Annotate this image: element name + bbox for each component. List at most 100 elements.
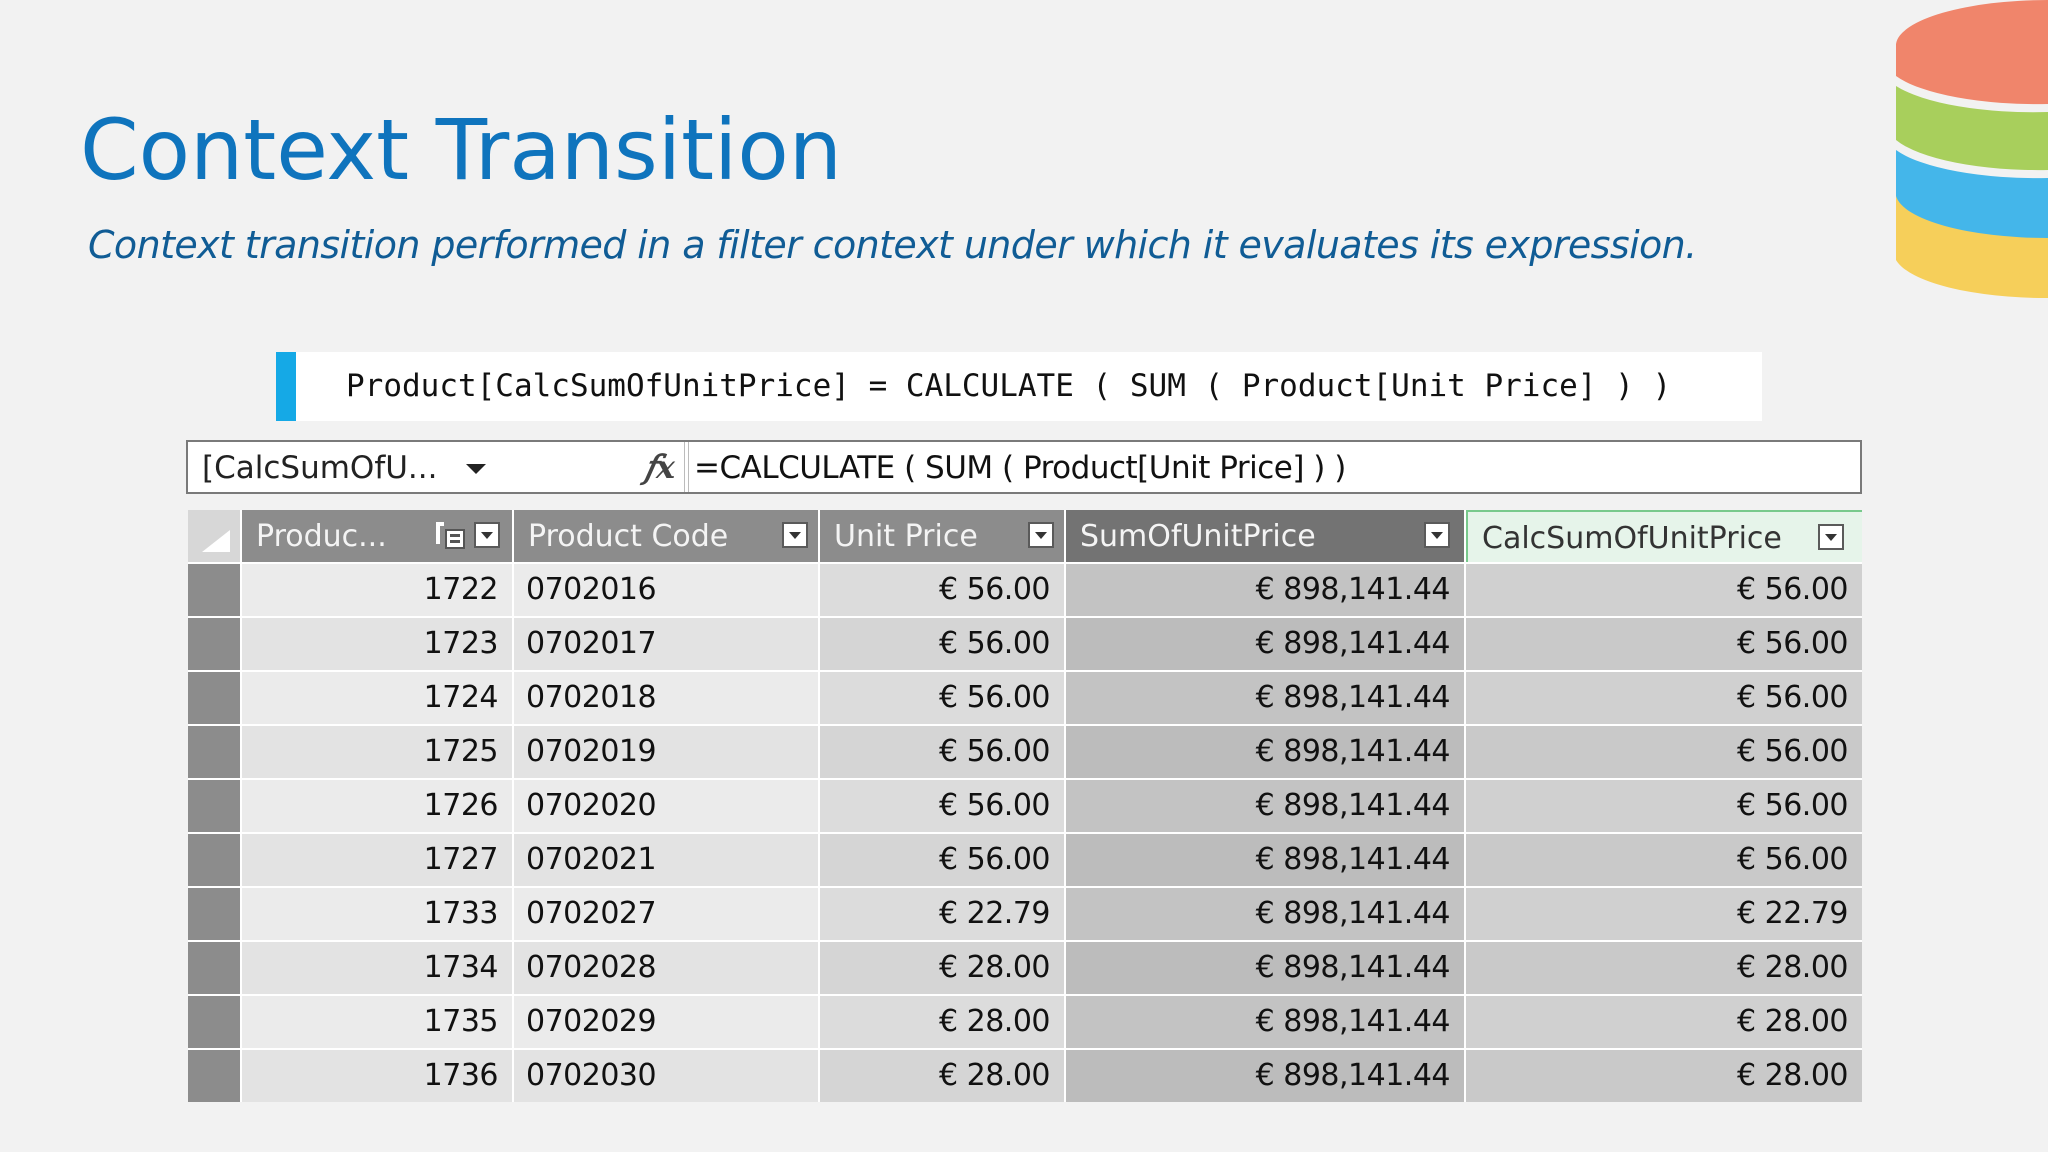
slide-subtitle: Context transition performed in a filter… [88,223,1697,267]
select-all-corner[interactable] [188,510,242,562]
table-cell[interactable]: € 28.00 [1466,996,1862,1048]
row-header[interactable] [188,888,242,940]
row-header[interactable] [188,834,242,886]
table-cell[interactable]: € 28.00 [820,942,1066,994]
table-cell[interactable]: 1723 [242,618,514,670]
column-header-product-code[interactable]: Product Code [514,510,820,562]
table-cell[interactable]: 0702016 [514,564,820,616]
filter-dropdown-button[interactable] [1818,524,1844,550]
table-row[interactable]: 1726 0702020 € 56.00 € 898,141.44 € 56.00 [188,778,1862,832]
column-header-calc-sum-of-unit-price[interactable]: CalcSumOfUnitPrice [1466,510,1862,562]
table-cell[interactable]: 0702018 [514,672,820,724]
table-cell[interactable]: € 56.00 [820,564,1066,616]
row-header[interactable] [188,996,242,1048]
table-cell[interactable]: € 898,141.44 [1066,888,1466,940]
table-cell[interactable]: € 56.00 [1466,726,1862,778]
table-cell[interactable]: € 28.00 [1466,1050,1862,1102]
column-header-label: SumOfUnitPrice [1080,519,1316,554]
filter-dropdown-button[interactable] [1424,522,1450,548]
column-name-box[interactable]: [CalcSumOfU... 𝑓x [188,442,689,492]
fx-icon[interactable]: 𝑓x [644,448,675,486]
table-cell[interactable]: 1736 [242,1050,514,1102]
table-cell[interactable]: 0702028 [514,942,820,994]
grid-header-row: Produc... Product Code Unit Price SumOfU… [188,510,1862,562]
table-cell[interactable]: € 898,141.44 [1066,618,1466,670]
table-cell[interactable]: € 898,141.44 [1066,672,1466,724]
table-cell[interactable]: 0702027 [514,888,820,940]
formula-bar: [CalcSumOfU... 𝑓x =CALCULATE ( SUM ( Pro… [186,440,1862,494]
row-header[interactable] [188,672,242,724]
table-cell[interactable]: € 28.00 [1466,942,1862,994]
row-header[interactable] [188,942,242,994]
table-cell[interactable]: € 898,141.44 [1066,564,1466,616]
table-cell[interactable]: € 898,141.44 [1066,726,1466,778]
formula-input[interactable]: =CALCULATE ( SUM ( Product[Unit Price] )… [694,450,1346,486]
table-cell[interactable]: 1724 [242,672,514,724]
table-cell[interactable]: 0702019 [514,726,820,778]
table-cell[interactable]: 1734 [242,942,514,994]
table-cell[interactable]: 1735 [242,996,514,1048]
table-cell[interactable]: € 898,141.44 [1066,996,1466,1048]
table-row[interactable]: 1722 0702016 € 56.00 € 898,141.44 € 56.00 [188,562,1862,616]
row-header[interactable] [188,726,242,778]
table-row[interactable]: 1725 0702019 € 56.00 € 898,141.44 € 56.00 [188,724,1862,778]
filter-dropdown-button[interactable] [1028,522,1054,548]
table-cell[interactable]: € 56.00 [1466,672,1862,724]
table-row[interactable]: 1733 0702027 € 22.79 € 898,141.44 € 22.79 [188,886,1862,940]
formula-separator [684,442,685,492]
table-cell[interactable]: € 28.00 [820,996,1066,1048]
dax-code-block: Product[CalcSumOfUnitPrice] = CALCULATE … [276,352,1762,421]
table-cell[interactable]: 0702020 [514,780,820,832]
table-cell[interactable]: 0702030 [514,1050,820,1102]
table-cell[interactable]: 1733 [242,888,514,940]
row-header[interactable] [188,1050,242,1102]
column-header-product[interactable]: Produc... [242,510,514,562]
table-cell[interactable]: € 56.00 [820,834,1066,886]
table-row[interactable]: 1724 0702018 € 56.00 € 898,141.44 € 56.00 [188,670,1862,724]
table-cell[interactable]: 0702021 [514,834,820,886]
table-cell[interactable]: 1726 [242,780,514,832]
table-cell[interactable]: € 22.79 [820,888,1066,940]
table-cell[interactable]: 1727 [242,834,514,886]
table-cell[interactable]: € 56.00 [820,780,1066,832]
database-icon [1896,0,2048,299]
chevron-down-icon[interactable] [466,464,486,474]
table-row[interactable]: 1723 0702017 € 56.00 € 898,141.44 € 56.00 [188,616,1862,670]
table-cell[interactable]: € 56.00 [1466,834,1862,886]
table-cell[interactable]: € 28.00 [820,1050,1066,1102]
table-cell[interactable]: 1725 [242,726,514,778]
table-cell[interactable]: € 898,141.44 [1066,942,1466,994]
table-cell[interactable]: € 56.00 [1466,564,1862,616]
table-cell[interactable]: € 56.00 [1466,618,1862,670]
row-header[interactable] [188,564,242,616]
table-row[interactable]: 1727 0702021 € 56.00 € 898,141.44 € 56.00 [188,832,1862,886]
column-header-label: Produc... [256,519,387,554]
sort-icon[interactable] [434,520,468,550]
table-row[interactable]: 1735 0702029 € 28.00 € 898,141.44 € 28.00 [188,994,1862,1048]
table-cell[interactable]: € 898,141.44 [1066,780,1466,832]
row-header[interactable] [188,618,242,670]
data-grid: Produc... Product Code Unit Price SumOfU… [188,510,1862,1102]
dax-code-text: Product[CalcSumOfUnitPrice] = CALCULATE … [346,368,1672,404]
row-header[interactable] [188,780,242,832]
table-cell[interactable]: € 56.00 [1466,780,1862,832]
table-cell[interactable]: 1722 [242,564,514,616]
table-cell[interactable]: € 56.00 [820,726,1066,778]
table-cell[interactable]: € 56.00 [820,672,1066,724]
table-cell[interactable]: € 898,141.44 [1066,1050,1466,1102]
table-row[interactable]: 1734 0702028 € 28.00 € 898,141.44 € 28.00 [188,940,1862,994]
table-cell[interactable]: € 22.79 [1466,888,1862,940]
column-header-unit-price[interactable]: Unit Price [820,510,1066,562]
column-header-label: Unit Price [834,519,978,554]
code-accent-bar [276,352,296,421]
table-cell[interactable]: 0702017 [514,618,820,670]
column-name-text: [CalcSumOfU... [202,450,438,486]
column-header-sum-of-unit-price[interactable]: SumOfUnitPrice [1066,510,1466,562]
table-row[interactable]: 1736 0702030 € 28.00 € 898,141.44 € 28.00 [188,1048,1862,1102]
filter-dropdown-button[interactable] [474,522,500,548]
table-cell[interactable]: € 56.00 [820,618,1066,670]
filter-dropdown-button[interactable] [782,522,808,548]
table-cell[interactable]: 0702029 [514,996,820,1048]
slide-title: Context Transition [80,101,842,199]
table-cell[interactable]: € 898,141.44 [1066,834,1466,886]
